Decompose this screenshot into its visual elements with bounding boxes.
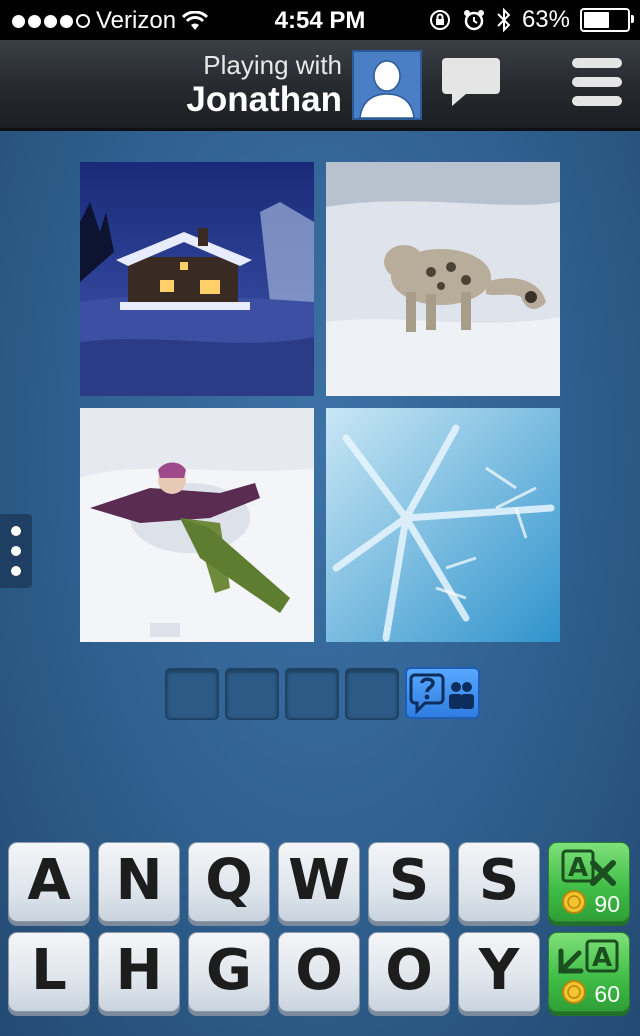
snow-leopard-photo[interactable]: [326, 162, 560, 396]
lock-rotation-icon: [429, 10, 450, 30]
letter-key[interactable]: L: [8, 932, 90, 1012]
remove-letters-cost: 90: [594, 891, 620, 917]
letter-key[interactable]: W: [278, 842, 360, 922]
letter-key[interactable]: S: [458, 842, 540, 922]
default-avatar-icon: [354, 52, 420, 118]
friends-icon: [449, 682, 474, 709]
battery-percent: 63%: [521, 6, 570, 33]
letter-key[interactable]: S: [368, 842, 450, 922]
side-drawer-tab[interactable]: [0, 514, 32, 588]
opponent-info: Playing with Jonathan: [186, 50, 342, 120]
battery-icon: [580, 8, 634, 32]
reveal-letter-icon: A: [558, 939, 619, 974]
chat-icon: [442, 58, 500, 106]
snowy-cabin-night-photo[interactable]: [80, 162, 314, 396]
answer-slot-2[interactable]: [225, 668, 279, 720]
opponent-avatar[interactable]: [352, 50, 422, 120]
opponent-name: Jonathan: [186, 80, 342, 119]
answer-slot-3[interactable]: [285, 668, 339, 720]
game-board: A N Q W S S A 90 L H G O O Y A 60: [0, 131, 640, 1036]
game-header: Playing with Jonathan: [0, 40, 640, 131]
snowflake-photo[interactable]: [326, 408, 560, 642]
bluetooth-icon: [497, 7, 511, 33]
svg-text:A: A: [592, 943, 612, 973]
hint-question-icon: [409, 673, 445, 715]
menu-button[interactable]: [572, 58, 622, 115]
letter-key[interactable]: H: [98, 932, 180, 1012]
remove-letters-button[interactable]: A 90: [548, 842, 630, 922]
answer-slot-1[interactable]: [165, 668, 219, 720]
reveal-letter-button[interactable]: A 60: [548, 932, 630, 1012]
status-bar: Verizon 4:54 PM 63%: [0, 0, 640, 40]
answer-slot-4[interactable]: [345, 668, 399, 720]
reveal-letter-cost: 60: [594, 981, 620, 1007]
chat-button[interactable]: [440, 56, 502, 115]
remove-letters-icon: A: [561, 849, 616, 886]
letter-key[interactable]: G: [188, 932, 270, 1012]
letter-key[interactable]: O: [368, 932, 450, 1012]
ask-friends-button[interactable]: [405, 667, 480, 719]
alarm-icon: [463, 10, 484, 31]
svg-text:A: A: [568, 853, 588, 883]
letter-key[interactable]: A: [8, 842, 90, 922]
coin-icon: [562, 980, 586, 1004]
letter-key[interactable]: Y: [458, 932, 540, 1012]
menu-icon: [572, 58, 622, 106]
playing-with-label: Playing with: [203, 50, 342, 80]
letter-key[interactable]: O: [278, 932, 360, 1012]
snow-angel-photo[interactable]: [80, 408, 314, 642]
coin-icon: [562, 890, 586, 914]
letter-key[interactable]: N: [98, 842, 180, 922]
letter-key[interactable]: Q: [188, 842, 270, 922]
